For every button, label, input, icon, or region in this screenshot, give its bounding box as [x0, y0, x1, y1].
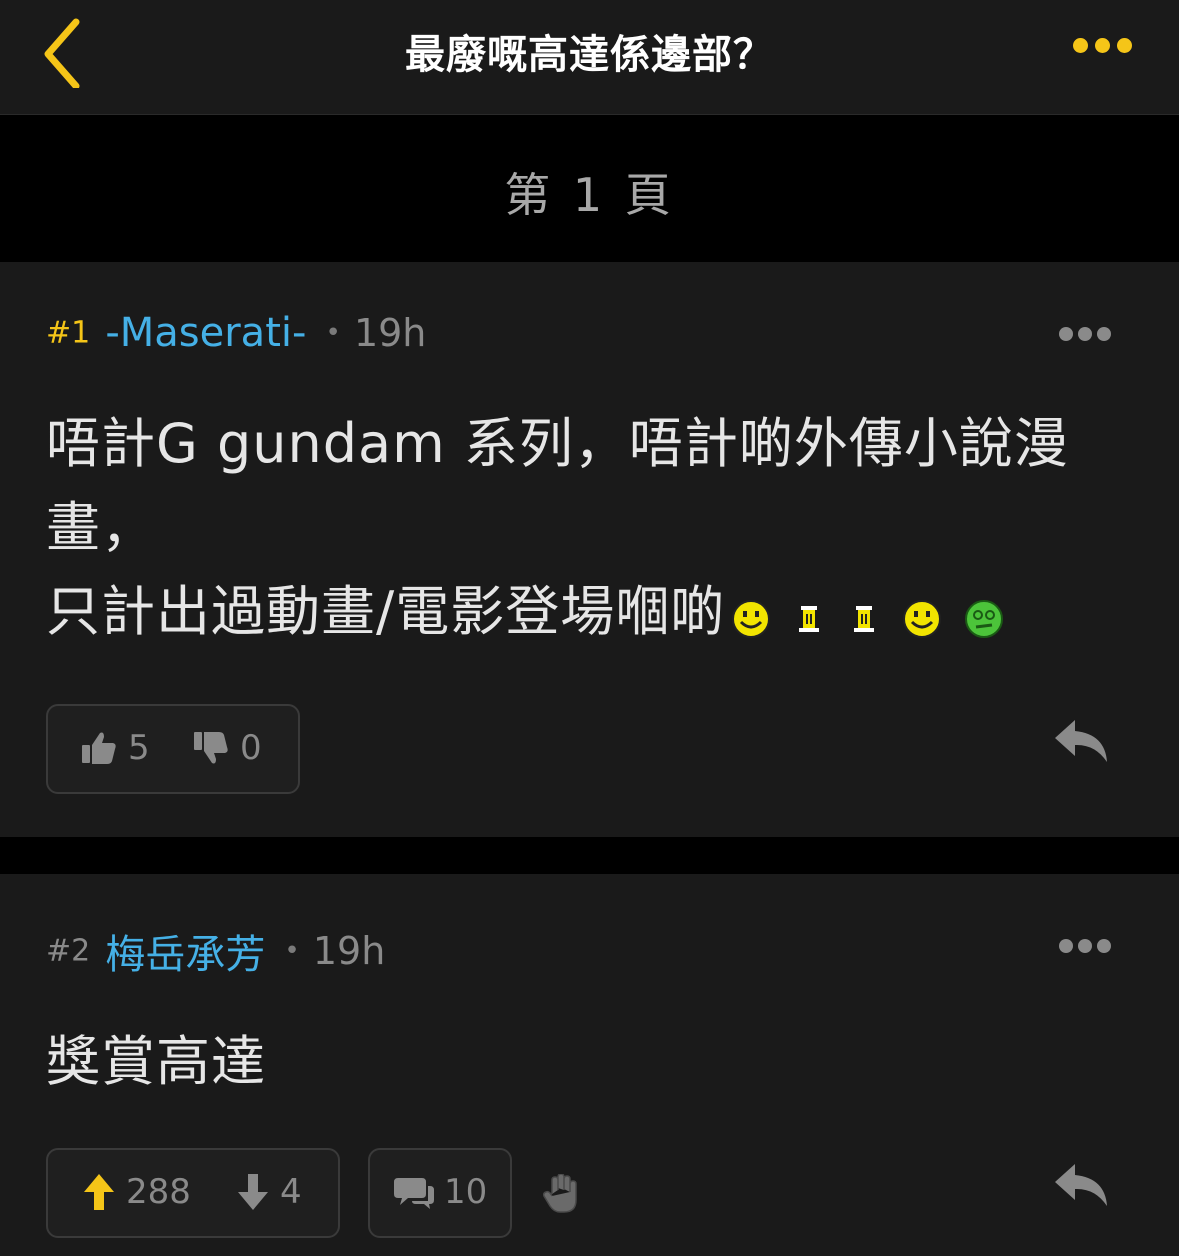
more-dot — [1078, 939, 1092, 953]
dislike-count: 0 — [240, 728, 262, 768]
clap-button[interactable] — [542, 1173, 580, 1218]
upvote-button[interactable]: 288 — [82, 1172, 191, 1216]
thumbs-down-icon — [194, 732, 228, 764]
more-dot — [1097, 939, 1111, 953]
post: #2 梅岳承芳 • 19h 獎賞高達 288 4 10 — [0, 874, 1179, 1256]
more-options-button[interactable] — [1073, 38, 1143, 58]
clap-hand-icon — [543, 1173, 577, 1213]
smiley-emoji-icon — [732, 599, 771, 638]
post-time: 19h — [312, 929, 386, 973]
floor-number: #2 — [46, 933, 91, 969]
reply-button[interactable] — [1053, 1162, 1109, 1212]
post-content: 獎賞高達 — [46, 1030, 266, 1093]
content-text: 只計出過動畫/電影登場嗰啲 — [46, 580, 726, 643]
post-meta: #1 -Maserati- • 19h — [46, 310, 426, 360]
reply-button[interactable] — [1053, 718, 1109, 768]
like-count: 5 — [128, 728, 150, 768]
arrow-up-icon — [84, 1174, 114, 1210]
meta-separator: • — [325, 318, 341, 348]
tower-emoji-icon — [853, 605, 874, 632]
post-meta: #2 梅岳承芳 • 19h — [46, 922, 386, 978]
more-dots-icon — [1059, 939, 1073, 953]
reply-icon — [1055, 1164, 1107, 1206]
comments-group: 10 — [394, 1172, 487, 1216]
comment-icon — [394, 1178, 434, 1209]
back-button[interactable] — [36, 14, 96, 90]
vote-box: 288 4 — [46, 1148, 340, 1238]
post-more-button[interactable] — [1054, 326, 1111, 345]
comments-button[interactable]: 10 — [368, 1148, 512, 1238]
smiley-emoji-icon — [902, 599, 941, 638]
more-dot — [1117, 38, 1132, 53]
downvote-button[interactable]: 4 — [236, 1172, 302, 1216]
content-line: 唔計G gundam 系列，唔計啲外傳小說漫 — [46, 412, 1069, 475]
more-dots-icon — [1073, 38, 1088, 53]
post-content: 唔計G gundam 系列，唔計啲外傳小說漫 畫， 只計出過動畫/電影登場嗰啲 — [46, 402, 1126, 657]
more-dots-icon — [1059, 327, 1073, 341]
arrow-down-icon — [238, 1174, 268, 1210]
post: #1 -Maserati- • 19h 唔計G gundam 系列，唔計啲外傳小… — [0, 262, 1179, 837]
more-dot — [1078, 327, 1092, 341]
page-banner: 第 1 頁 — [0, 115, 1179, 262]
content-line: 畫， — [46, 496, 156, 559]
dislike-button[interactable]: 0 — [192, 728, 262, 772]
page-number-label: 第 1 頁 — [504, 168, 675, 222]
comment-count: 10 — [444, 1172, 488, 1212]
username[interactable]: 梅岳承芳 — [105, 932, 265, 978]
floor-number: #1 — [46, 315, 91, 351]
reply-icon — [1055, 720, 1107, 762]
thumbs-up-icon — [82, 732, 116, 764]
username[interactable]: -Maserati- — [105, 310, 306, 356]
post-more-button[interactable] — [1054, 938, 1111, 957]
meta-separator: • — [284, 936, 300, 966]
downvote-count: 4 — [280, 1172, 302, 1212]
more-dot — [1097, 327, 1111, 341]
sick-emoji-icon — [964, 599, 1003, 638]
like-button[interactable]: 5 — [80, 728, 150, 772]
vote-box: 5 0 — [46, 704, 300, 794]
top-bar: 最廢嘅高達係邊部？ — [0, 0, 1179, 115]
thread-title: 最廢嘅高達係邊部？ — [405, 32, 774, 78]
upvote-count: 288 — [126, 1172, 191, 1212]
post-time: 19h — [353, 311, 427, 355]
tower-emoji-icon — [799, 605, 820, 632]
more-dot — [1095, 38, 1110, 53]
emoji-group — [731, 573, 1008, 657]
back-chevron-icon — [44, 18, 80, 90]
content-line: 只計出過動畫/電影登場嗰啲 — [46, 570, 1126, 657]
